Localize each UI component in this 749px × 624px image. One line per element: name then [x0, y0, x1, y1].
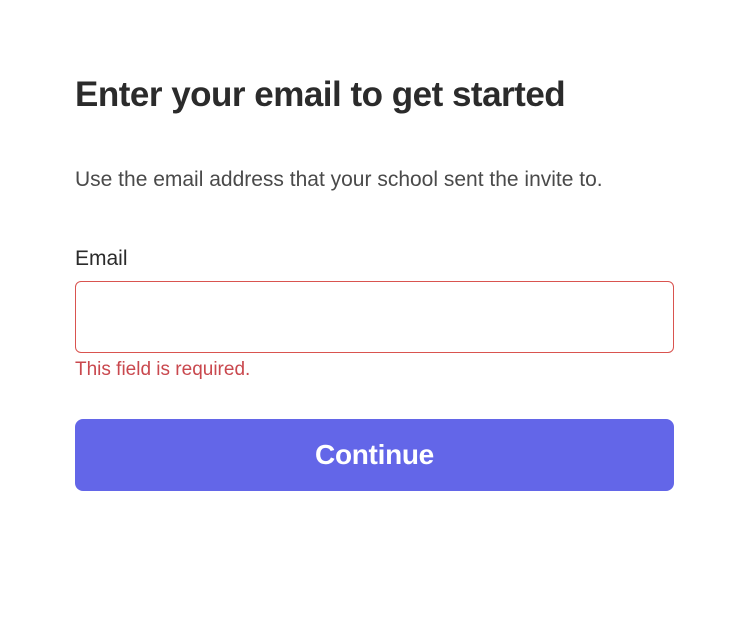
email-error-message: This field is required.	[75, 359, 674, 381]
page-title: Enter your email to get started	[75, 75, 674, 115]
email-entry-form: Enter your email to get started Use the …	[75, 75, 674, 491]
email-field[interactable]	[75, 281, 674, 353]
continue-button[interactable]: Continue	[75, 419, 674, 491]
instruction-text: Use the email address that your school s…	[75, 163, 674, 197]
email-label: Email	[75, 247, 674, 271]
